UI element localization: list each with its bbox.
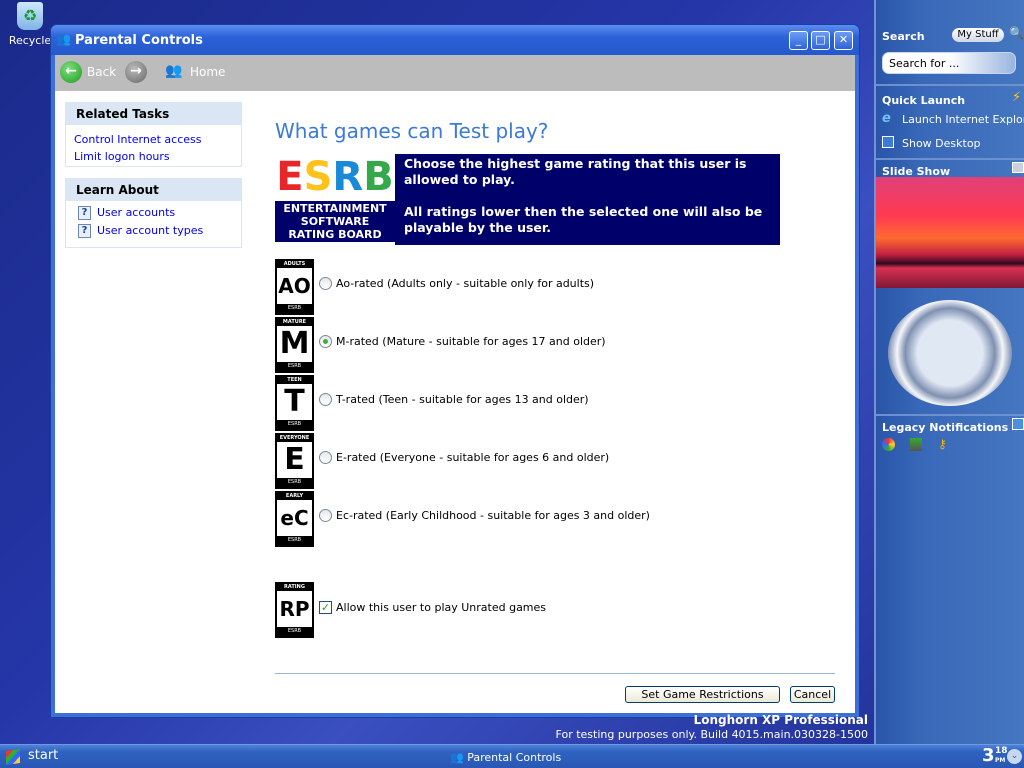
rating-label[interactable]: E-rated (Everyone - suitable for ages 6 … xyxy=(336,451,609,464)
allow-unrated-checkbox[interactable]: ✓ xyxy=(319,601,332,614)
esrb-logo-line3: RATING BOARD xyxy=(288,228,382,241)
esrb-instruction: Choose the highest game rating that this… xyxy=(404,156,747,187)
help-icon: ? xyxy=(78,206,91,220)
recycle-label: Recycle xyxy=(8,34,52,47)
slideshow-image[interactable] xyxy=(876,177,1024,288)
divider xyxy=(876,414,1024,416)
show-desktop-link[interactable]: Show Desktop xyxy=(902,137,981,150)
allow-unrated-label[interactable]: Allow this user to play Unrated games xyxy=(336,601,546,614)
rating-radio[interactable] xyxy=(319,393,332,406)
parental-controls-icon: 👥 xyxy=(450,751,464,764)
related-tasks-title: Related Tasks xyxy=(66,103,241,125)
rating-radio[interactable] xyxy=(319,451,332,464)
rating-badge-icon: TEEN T ESRB xyxy=(275,375,314,431)
rating-radio[interactable] xyxy=(319,335,332,348)
user-accounts-link[interactable]: User accounts xyxy=(97,206,175,219)
lightning-icon: ⚡ xyxy=(1012,90,1022,105)
user-account-types-link[interactable]: User account types xyxy=(97,224,203,237)
close-button[interactable]: ✕ xyxy=(834,31,853,50)
search-input[interactable]: Search for ... xyxy=(882,52,1016,74)
legacy-notifications-icon xyxy=(1012,418,1024,430)
keys-tray-icon[interactable]: ⚷ xyxy=(938,437,947,451)
sidebar: Search My Stuff 🔍 Search for ... Quick L… xyxy=(874,0,1024,744)
page-title: What games can Test play? xyxy=(275,119,549,143)
limit-logon-hours-link[interactable]: Limit logon hours xyxy=(74,150,233,163)
rating-badge-icon: ADULTS ONLY AO ESRB xyxy=(275,259,314,315)
toolbar: ← Back → 👥 Home xyxy=(55,55,855,91)
launch-internet-explorer-link[interactable]: Launch Internet Explorer xyxy=(902,113,1024,126)
start-button[interactable]: start xyxy=(0,745,70,768)
esrb-logo-line2: SOFTWARE xyxy=(300,215,370,228)
rating-label[interactable]: Ao-rated (Adults only - suitable only fo… xyxy=(336,277,594,290)
rating-label[interactable]: T-rated (Teen - suitable for ages 13 and… xyxy=(336,393,589,406)
rating-badge-icon: MATURE M ESRB xyxy=(275,317,314,373)
forward-arrow-icon[interactable]: → xyxy=(125,61,147,83)
rating-row: EARLY CHILDHOOD eC ESRB Ec-rated (Early … xyxy=(275,491,835,549)
content-area: Related Tasks Control Internet access Li… xyxy=(55,91,855,713)
quick-launch-title: Quick Launch xyxy=(882,94,966,107)
esrb-logo: ESRB ENTERTAINMENT SOFTWARE RATING BOARD xyxy=(275,154,395,245)
slideshow-camera-icon[interactable] xyxy=(1012,162,1024,173)
rp-badge-icon: RATING PENDING RP ESRB xyxy=(275,582,314,638)
window-title: Parental Controls xyxy=(75,33,203,48)
maximize-button[interactable]: □ xyxy=(811,31,830,50)
recycle-icon: ♻ xyxy=(17,2,43,30)
clock-ampm: PM xyxy=(995,757,1006,764)
my-stuff-button[interactable]: My Stuff xyxy=(952,28,1004,42)
minimize-button[interactable]: _ xyxy=(789,31,808,50)
parental-controls-window: 👥 Parental Controls _ □ ✕ ← Back → 👥 Hom… xyxy=(50,24,860,718)
analog-clock xyxy=(888,300,1012,406)
divider xyxy=(275,673,835,674)
rating-row: TEEN T ESRB T-rated (Teen - suitable for… xyxy=(275,375,835,433)
parental-controls-icon: 👥 xyxy=(56,32,71,46)
windows-logo-icon xyxy=(6,749,20,765)
divider xyxy=(876,84,1024,86)
home-users-icon[interactable]: 👥 xyxy=(165,63,182,79)
rating-row: MATURE M ESRB M-rated (Mature - suitable… xyxy=(275,317,835,375)
taskbar-item-parental-controls[interactable]: 👥 Parental Controls xyxy=(450,747,610,767)
home-button[interactable]: Home xyxy=(190,65,225,79)
search-title: Search xyxy=(882,30,925,43)
rating-label[interactable]: M-rated (Mature - suitable for ages 17 a… xyxy=(336,335,606,348)
watermark-build: For testing purposes only. Build 4015.ma… xyxy=(555,728,868,741)
rating-row: EVERYONE E ESRB E-rated (Everyone - suit… xyxy=(275,433,835,491)
cancel-button[interactable]: Cancel xyxy=(790,686,835,703)
learn-about-title: Learn About xyxy=(66,179,241,201)
rating-label[interactable]: Ec-rated (Early Childhood - suitable for… xyxy=(336,509,650,522)
recycle-bin-icon[interactable]: ♻ Recycle xyxy=(8,2,52,47)
rating-radio[interactable] xyxy=(319,509,332,522)
expand-tray-icon[interactable]: ⌄ xyxy=(1007,749,1022,764)
search-magnifier-icon[interactable]: 🔍 xyxy=(1009,26,1024,40)
show-desktop-icon xyxy=(882,136,894,148)
divider xyxy=(876,158,1024,160)
watermark-title: Longhorn XP Professional xyxy=(693,713,868,727)
learn-about-panel: Learn About ? User accounts ? User account… xyxy=(65,178,242,248)
clock-minute: 18 xyxy=(995,746,1008,756)
set-game-restrictions-button[interactable]: Set Game Restrictions xyxy=(625,686,780,703)
help-icon: ? xyxy=(78,224,91,238)
esrb-note: All ratings lower then the selected one … xyxy=(404,204,763,235)
clock[interactable]: 3 18 PM xyxy=(982,745,1008,766)
control-internet-access-link[interactable]: Control Internet access xyxy=(74,133,233,146)
taskbar: start 👥 Parental Controls 3 18 PM ⌄ xyxy=(0,744,1024,768)
related-tasks-panel: Related Tasks Control Internet access Li… xyxy=(65,102,242,167)
legacy-notifications-title: Legacy Notifications xyxy=(882,421,1009,434)
color-tray-icon[interactable] xyxy=(882,438,895,451)
clock-hour: 3 xyxy=(982,745,995,766)
esrb-banner: ESRB ENTERTAINMENT SOFTWARE RATING BOARD… xyxy=(275,154,780,245)
rating-row: ADULTS ONLY AO ESRB Ao-rated (Adults onl… xyxy=(275,259,835,317)
network-tray-icon[interactable] xyxy=(910,438,922,451)
unrated-row: RATING PENDING RP ESRB ✓ Allow this user… xyxy=(275,582,835,640)
title-bar[interactable]: 👥 Parental Controls xyxy=(51,25,859,55)
rating-badge-icon: EVERYONE E ESRB xyxy=(275,433,314,489)
back-arrow-icon[interactable]: ← xyxy=(60,61,82,83)
internet-explorer-icon: e xyxy=(882,111,891,126)
start-label: start xyxy=(28,748,59,763)
rating-radio[interactable] xyxy=(319,277,332,290)
esrb-logo-line1: ENTERTAINMENT xyxy=(283,202,387,215)
taskbar-item-label: Parental Controls xyxy=(467,751,562,764)
rating-badge-icon: EARLY CHILDHOOD eC ESRB xyxy=(275,491,314,547)
back-button[interactable]: Back xyxy=(87,65,116,79)
